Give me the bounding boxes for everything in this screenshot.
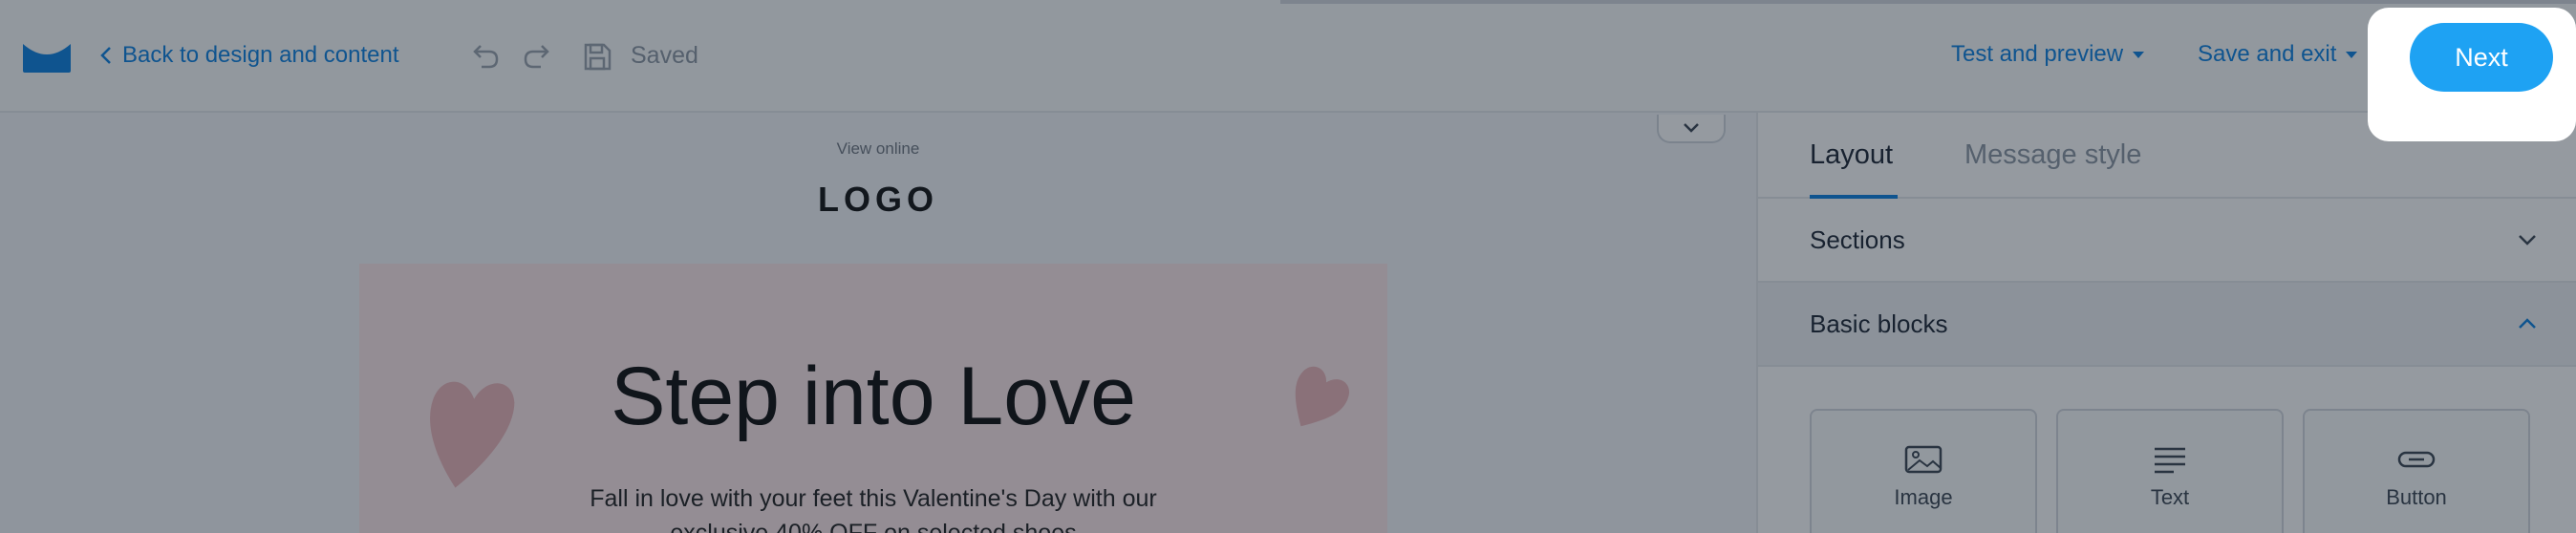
caret-down-icon xyxy=(2346,51,2358,58)
saved-status: Saved xyxy=(631,42,698,69)
chevron-up-icon xyxy=(2519,318,2536,329)
view-online-link[interactable]: View online xyxy=(0,139,1756,159)
hero-title: Step into Love xyxy=(611,351,1136,442)
app-logo-icon[interactable] xyxy=(21,40,73,75)
undo-icon xyxy=(473,45,499,69)
redo-icon xyxy=(524,45,549,69)
caret-down-icon xyxy=(2133,51,2145,58)
basic-blocks-grid: Image Text Button xyxy=(1810,409,2563,533)
text-block[interactable]: Text xyxy=(2056,409,2284,533)
hero-section[interactable]: Step into Love Fall in love with your fe… xyxy=(359,264,1387,533)
hero-body-text: Fall in love with your feet this Valenti… xyxy=(590,485,1157,533)
button-icon xyxy=(2397,451,2436,468)
editor-side-panel: Layout Message style Sections Basic bloc… xyxy=(1756,113,2576,533)
undo-button[interactable] xyxy=(466,38,503,75)
test-and-preview-menu[interactable]: Test and preview xyxy=(1951,38,2145,71)
top-bar: Back to design and content Saved Test an… xyxy=(0,0,2576,113)
image-block[interactable]: Image xyxy=(1810,409,2037,533)
save-and-exit-label: Save and exit xyxy=(2198,41,2337,67)
email-logo[interactable]: LOGO xyxy=(0,180,1756,220)
save-button[interactable] xyxy=(579,38,615,75)
tab-layout[interactable]: Layout xyxy=(1810,139,1893,171)
sections-label: Sections xyxy=(1810,224,1905,254)
save-disk-icon xyxy=(584,43,612,71)
test-and-preview-label: Test and preview xyxy=(1951,41,2124,67)
tab-message-style[interactable]: Message style xyxy=(1964,139,2141,171)
chevron-left-icon xyxy=(100,47,111,64)
button-block-label: Button xyxy=(2386,485,2447,509)
text-icon xyxy=(2155,447,2185,474)
back-link-label: Back to design and content xyxy=(122,42,399,68)
sections-accordion[interactable]: Sections xyxy=(1758,199,2576,283)
basic-blocks-label: Basic blocks xyxy=(1810,309,1948,338)
text-block-label: Text xyxy=(2150,485,2190,509)
basic-blocks-accordion[interactable]: Basic blocks xyxy=(1758,283,2576,367)
image-block-label: Image xyxy=(1894,485,1953,509)
image-icon xyxy=(1904,445,1943,474)
button-block[interactable]: Button xyxy=(2303,409,2530,533)
back-to-design-link[interactable]: Back to design and content xyxy=(99,38,399,73)
save-and-exit-menu[interactable]: Save and exit xyxy=(2198,38,2358,71)
progress-bar xyxy=(1280,0,2576,4)
redo-button[interactable] xyxy=(520,38,556,75)
chevron-down-icon xyxy=(1684,123,1699,133)
chevron-down-icon xyxy=(2519,235,2536,245)
next-button[interactable]: Next xyxy=(2410,23,2553,92)
